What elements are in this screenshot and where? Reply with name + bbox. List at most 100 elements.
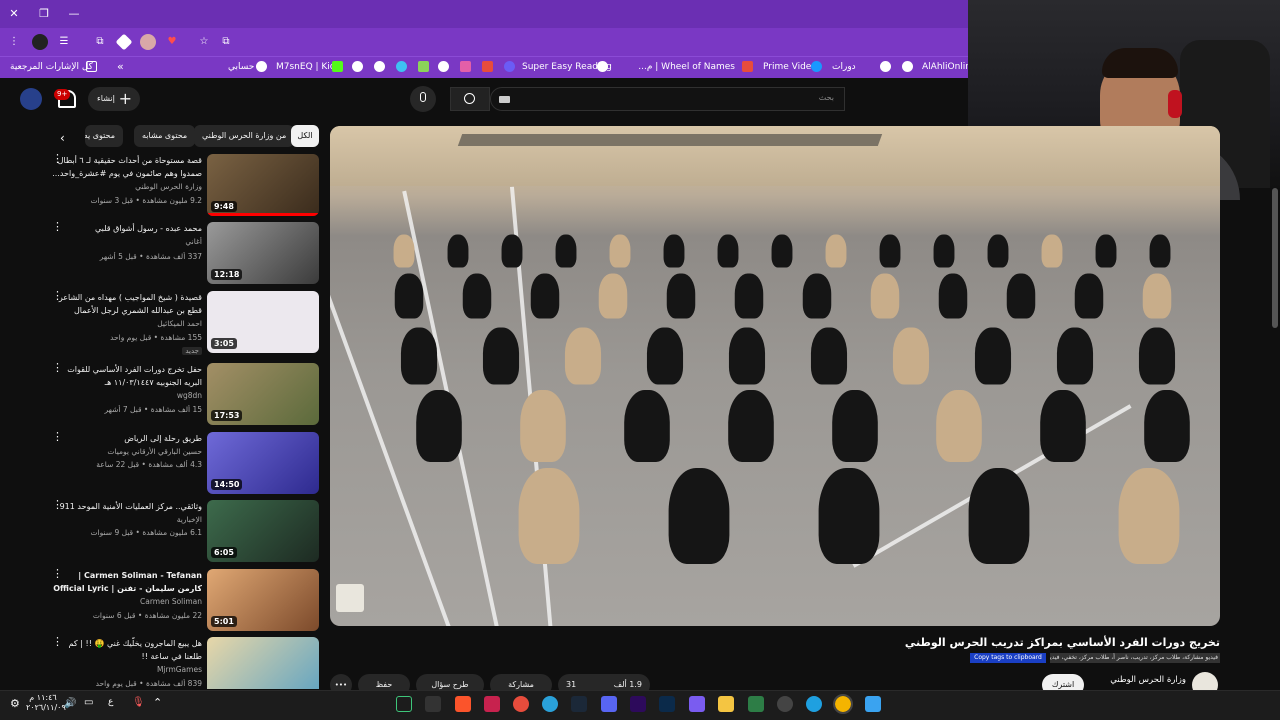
volume-icon[interactable]: 🔊: [64, 698, 76, 709]
bookmark-favicon-icon[interactable]: [374, 61, 385, 72]
extension-cookie-icon[interactable]: [140, 34, 156, 50]
create-button[interactable]: إنشاء +: [88, 87, 140, 111]
system-clock[interactable]: ١١:٤٦ م ٢٠٢٦/١١/٠٩: [26, 693, 66, 713]
close-window-icon[interactable]: ✕: [6, 6, 22, 22]
more-actions-icon[interactable]: ⋮: [52, 221, 63, 232]
chip-category[interactable]: محتوى يه: [85, 125, 123, 147]
channel-name[interactable]: أغاني: [52, 237, 202, 246]
video-thumbnail[interactable]: 9:48: [207, 154, 319, 216]
channel-name[interactable]: حسين البارقي الأرقاني يوميات: [52, 447, 202, 456]
chip-related[interactable]: محتوى مشابه: [134, 125, 196, 147]
list-item[interactable]: 3:05 قصيدة ( شيخ المواجيب ) مهداه من الش…: [40, 290, 322, 355]
chip-all[interactable]: الكل: [291, 125, 319, 147]
app-icon[interactable]: [484, 696, 500, 712]
video-title[interactable]: طريق رحلة إلى الرياض: [52, 432, 202, 445]
bookmark-my-account[interactable]: حسابي: [228, 59, 254, 75]
keyboard-icon[interactable]: [499, 96, 510, 103]
channel-watermark-logo[interactable]: [336, 584, 364, 612]
bookmark-favicon-icon[interactable]: [438, 61, 449, 72]
extension-list-icon[interactable]: ☰: [56, 34, 72, 50]
microsoft-store-icon[interactable]: [748, 696, 764, 712]
profile-avatar-icon[interactable]: [32, 34, 48, 50]
video-title[interactable]: قصيدة ( شيخ المواجيب ) مهداه من الشاعر ق…: [52, 291, 202, 317]
brave-browser-icon[interactable]: [455, 696, 471, 712]
more-actions-icon[interactable]: ⋮: [52, 153, 63, 164]
chips-prev-chevron[interactable]: ‹: [60, 131, 65, 145]
settings-gear-icon[interactable]: ⚙: [10, 697, 20, 710]
video-title[interactable]: قصة مستوحاة من أحداث حقيقية لـ ٦ أبطال ص…: [52, 154, 202, 180]
channel-name[interactable]: Carmen Soliman: [52, 597, 202, 606]
more-actions-icon[interactable]: ⋮: [52, 568, 63, 579]
app-icon[interactable]: [777, 696, 793, 712]
list-item[interactable]: 17:53 حفل تخرج دورات الفرد الأساسي للقوا…: [40, 362, 322, 427]
bookmark-favicon-icon[interactable]: [352, 61, 363, 72]
app-icon[interactable]: [689, 696, 705, 712]
bookmark-favicon-icon[interactable]: [880, 61, 891, 72]
bookmark-courses[interactable]: دورات: [832, 59, 856, 75]
video-title[interactable]: وثائقي.. مركز العمليات الأمنية الموحد 91…: [52, 500, 202, 513]
more-actions-icon[interactable]: ⋮: [52, 499, 63, 510]
video-thumbnail[interactable]: 17:53: [207, 363, 319, 425]
list-item[interactable]: 9:48 قصة مستوحاة من أحداث حقيقية لـ ٦ أب…: [40, 153, 322, 218]
account-avatar[interactable]: [20, 88, 42, 110]
bookmark-favicon-icon[interactable]: [482, 61, 493, 72]
channel-name[interactable]: احمد الميكائيل: [52, 319, 202, 328]
list-item[interactable]: هل يبيع الماجرون يخلّيك غني 🤑 !! | كم طل…: [40, 637, 322, 689]
more-actions-icon[interactable]: ⋮: [52, 362, 63, 373]
browser-menu-icon[interactable]: ⋮: [6, 34, 22, 50]
bookmark-favicon-icon[interactable]: [504, 61, 515, 72]
more-actions-icon[interactable]: ⋮: [52, 290, 63, 301]
channel-name[interactable]: الإخبارية: [52, 515, 202, 524]
more-actions-icon[interactable]: ⋮: [52, 431, 63, 442]
list-item[interactable]: 14:50 طريق رحلة إلى الرياض حسين البارقي …: [40, 431, 322, 496]
premiere-pro-icon[interactable]: [630, 696, 646, 712]
windows-start-icon[interactable]: [865, 696, 881, 712]
install-app-icon[interactable]: ⧉: [218, 34, 234, 50]
channel-name[interactable]: MjrmGames: [52, 665, 202, 674]
file-explorer-icon[interactable]: [718, 696, 734, 712]
channel-name-main[interactable]: وزارة الحرس الوطني: [1096, 675, 1186, 685]
voice-search-button[interactable]: [410, 86, 436, 112]
list-item[interactable]: 12:18 محمد عبده - رسول أشواق قلبي أغاني …: [40, 221, 322, 286]
taskbar-app-icon[interactable]: [396, 696, 412, 712]
more-actions-icon[interactable]: ⋮: [52, 637, 63, 647]
bookmark-favicon-icon[interactable]: [460, 61, 471, 72]
steam-icon[interactable]: [571, 696, 587, 712]
video-thumbnail[interactable]: [207, 637, 319, 689]
bookmark-prime-video[interactable]: Prime Video: [763, 59, 817, 75]
discord-icon[interactable]: [601, 696, 617, 712]
video-title[interactable]: محمد عبده - رسول أشواق قلبي: [52, 222, 202, 235]
page-scrollbar[interactable]: [1272, 188, 1278, 328]
video-thumbnail[interactable]: 12:18: [207, 222, 319, 284]
copy-tags-button[interactable]: Copy tags to clipboard: [970, 653, 1046, 663]
bookmarks-overflow-chevron[interactable]: »: [117, 59, 124, 75]
keyboard-language-indicator[interactable]: ع: [108, 697, 113, 707]
chip-from-channel[interactable]: من وزارة الحرس الوطني: [194, 125, 295, 147]
video-thumbnail[interactable]: 14:50: [207, 432, 319, 494]
app-icon[interactable]: [513, 696, 529, 712]
extension-heart-icon[interactable]: ♥: [164, 34, 180, 50]
video-title[interactable]: Carmen Soliman - Tefanan | كارمن سليمان …: [52, 569, 202, 595]
edge-browser-icon[interactable]: [806, 696, 822, 712]
restore-window-icon[interactable]: ❐: [36, 6, 52, 22]
video-thumbnail[interactable]: 3:05: [207, 291, 319, 353]
search-button[interactable]: [450, 87, 490, 111]
channel-name[interactable]: وزارة الحرس الوطني: [52, 182, 202, 191]
video-thumbnail[interactable]: 5:01: [207, 569, 319, 631]
video-thumbnail[interactable]: 6:05: [207, 500, 319, 562]
video-title[interactable]: حفل تخرج دورات الفرد الأساسي للقوات البر…: [52, 363, 202, 389]
tray-overflow-chevron-icon[interactable]: ⌃: [153, 696, 162, 709]
search-input[interactable]: بحث: [490, 87, 845, 111]
terminal-icon[interactable]: [425, 696, 441, 712]
chrome-browser-icon[interactable]: [833, 694, 853, 714]
bookmark-wheel-of-names[interactable]: Wheel of Names | م...: [639, 59, 735, 75]
video-title[interactable]: هل يبيع الماجرون يخلّيك غني 🤑 !! | كم طل…: [52, 637, 202, 663]
list-item[interactable]: 6:05 وثائقي.. مركز العمليات الأمنية المو…: [40, 499, 322, 564]
bookmark-all-bookmarks[interactable]: كل الإشارات المرجعية: [10, 59, 93, 75]
network-icon[interactable]: ▭: [84, 697, 93, 708]
download-favicon-icon[interactable]: [418, 61, 429, 72]
bookmark-star-icon[interactable]: ☆: [196, 34, 212, 50]
video-player[interactable]: [330, 126, 1220, 626]
extensions-puzzle-icon[interactable]: ⧉: [92, 34, 108, 50]
bookmark-kick[interactable]: M7snEQ | Kick: [276, 59, 340, 75]
